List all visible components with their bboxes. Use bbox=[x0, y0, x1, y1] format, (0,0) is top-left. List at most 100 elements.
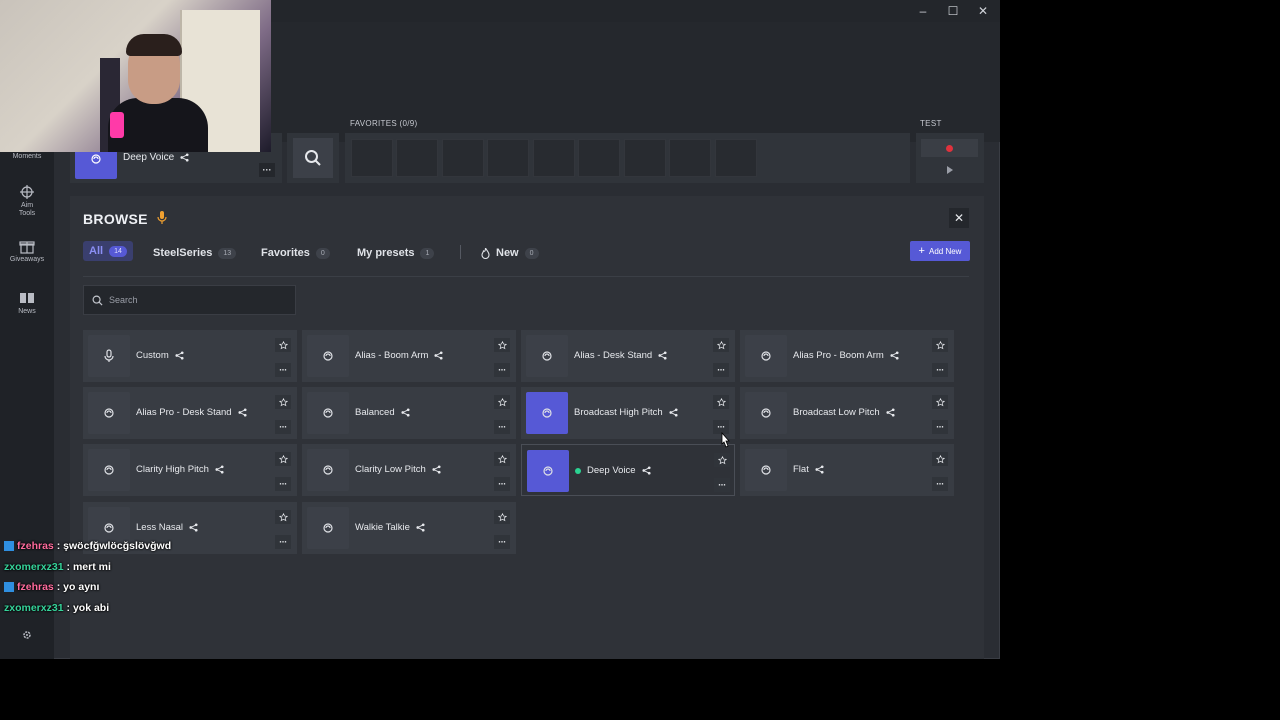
share-icon[interactable] bbox=[189, 523, 198, 532]
news-icon bbox=[20, 293, 34, 303]
preset-label: Alias - Desk Stand bbox=[574, 350, 653, 361]
share-icon[interactable] bbox=[401, 408, 410, 417]
add-new-button[interactable]: + Add New bbox=[910, 241, 970, 261]
more-options-button[interactable]: ··· bbox=[494, 420, 510, 434]
share-icon[interactable] bbox=[416, 523, 425, 532]
favorite-star-button[interactable] bbox=[932, 452, 948, 466]
webcam-overlay bbox=[0, 0, 271, 152]
preset-thumb bbox=[307, 335, 349, 377]
record-button[interactable] bbox=[921, 139, 978, 157]
preset-name: Less Nasal bbox=[136, 522, 198, 533]
more-options-button[interactable]: ··· bbox=[713, 363, 729, 377]
more-options-button[interactable]: ··· bbox=[932, 420, 948, 434]
favorite-slot[interactable] bbox=[442, 139, 484, 177]
preset-card[interactable]: Clarity Low Pitch ··· bbox=[302, 444, 516, 496]
tab-label: My presets bbox=[357, 247, 415, 259]
preset-card[interactable]: Custom ··· bbox=[83, 330, 297, 382]
favorite-slot[interactable] bbox=[396, 139, 438, 177]
preset-card[interactable]: Alias - Desk Stand ··· bbox=[521, 330, 735, 382]
preset-card[interactable]: Flat ··· bbox=[740, 444, 954, 496]
favorite-star-button[interactable] bbox=[494, 452, 510, 466]
preset-card[interactable]: Broadcast Low Pitch ··· bbox=[740, 387, 954, 439]
tab-favorites[interactable]: Favorites 0 bbox=[261, 242, 330, 264]
gift-icon bbox=[19, 241, 35, 254]
favorite-slot[interactable] bbox=[715, 139, 757, 177]
share-icon[interactable] bbox=[658, 351, 667, 360]
tab-count: 0 bbox=[315, 247, 330, 259]
tab-my-presets[interactable]: My presets 1 bbox=[357, 242, 435, 264]
preset-name: Alias - Boom Arm bbox=[355, 350, 443, 361]
divider bbox=[83, 276, 969, 277]
star-icon bbox=[278, 454, 288, 463]
more-options-button[interactable]: ··· bbox=[275, 420, 291, 434]
minimize-button[interactable]: – bbox=[908, 0, 938, 22]
favorite-slot[interactable] bbox=[533, 139, 575, 177]
share-icon[interactable] bbox=[215, 465, 224, 474]
favorite-slot[interactable] bbox=[578, 139, 620, 177]
gear-icon[interactable] bbox=[22, 630, 32, 640]
more-options-button[interactable]: ··· bbox=[494, 363, 510, 377]
share-icon[interactable] bbox=[890, 351, 899, 360]
share-icon[interactable] bbox=[642, 466, 651, 475]
favorite-star-button[interactable] bbox=[932, 395, 948, 409]
favorite-star-button[interactable] bbox=[714, 453, 730, 467]
favorite-star-button[interactable] bbox=[494, 510, 510, 524]
more-options-button[interactable]: ··· bbox=[275, 477, 291, 491]
favorite-slot[interactable] bbox=[624, 139, 666, 177]
play-button[interactable] bbox=[921, 161, 978, 179]
sidebar-item-label: Aim Tools bbox=[18, 202, 36, 217]
share-icon[interactable] bbox=[238, 408, 247, 417]
favorite-star-button[interactable] bbox=[713, 338, 729, 352]
favorites-bar bbox=[345, 133, 910, 183]
more-options-button[interactable]: ··· bbox=[932, 477, 948, 491]
more-options-button[interactable]: ··· bbox=[932, 363, 948, 377]
maximize-button[interactable]: ☐ bbox=[938, 0, 968, 22]
preset-card[interactable]: Balanced ··· bbox=[302, 387, 516, 439]
share-icon[interactable] bbox=[886, 408, 895, 417]
close-window-button[interactable]: ✕ bbox=[968, 0, 998, 22]
favorite-star-button[interactable] bbox=[275, 452, 291, 466]
tab-steelseries[interactable]: SteelSeries 13 bbox=[153, 242, 237, 264]
more-options-button[interactable]: ··· bbox=[275, 363, 291, 377]
favorite-slot[interactable] bbox=[669, 139, 711, 177]
more-options-button[interactable]: ··· bbox=[494, 535, 510, 549]
sidebar-item-giveaways[interactable]: Giveaways bbox=[0, 238, 54, 263]
favorite-star-button[interactable] bbox=[275, 338, 291, 352]
share-icon[interactable] bbox=[815, 465, 824, 474]
preset-label: Broadcast High Pitch bbox=[574, 407, 663, 418]
more-options-button[interactable]: ··· bbox=[259, 163, 275, 177]
share-icon[interactable] bbox=[175, 351, 184, 360]
test-panel bbox=[916, 133, 984, 183]
close-browse-button[interactable]: ✕ bbox=[949, 208, 969, 228]
favorite-star-button[interactable] bbox=[932, 338, 948, 352]
favorite-slot[interactable] bbox=[351, 139, 393, 177]
share-icon[interactable] bbox=[434, 351, 443, 360]
favorite-slot[interactable] bbox=[487, 139, 529, 177]
preset-card[interactable]: Deep Voice ··· bbox=[521, 444, 735, 496]
search-button[interactable] bbox=[287, 133, 339, 183]
favorite-star-button[interactable] bbox=[494, 338, 510, 352]
search-input[interactable] bbox=[109, 295, 279, 305]
preset-card[interactable]: Alias Pro - Desk Stand ··· bbox=[83, 387, 297, 439]
favorite-star-button[interactable] bbox=[713, 395, 729, 409]
sidebar-item-moments[interactable]: Moments bbox=[0, 153, 54, 160]
favorite-star-button[interactable] bbox=[275, 395, 291, 409]
preset-card[interactable]: Alias - Boom Arm ··· bbox=[302, 330, 516, 382]
preset-card[interactable]: Alias Pro - Boom Arm ··· bbox=[740, 330, 954, 382]
favorite-star-button[interactable] bbox=[494, 395, 510, 409]
favorite-star-button[interactable] bbox=[275, 510, 291, 524]
preset-card[interactable]: Broadcast High Pitch ··· bbox=[521, 387, 735, 439]
share-icon[interactable] bbox=[180, 153, 189, 162]
more-options-button[interactable]: ··· bbox=[494, 477, 510, 491]
star-icon bbox=[497, 454, 507, 463]
share-icon[interactable] bbox=[669, 408, 678, 417]
more-options-button[interactable]: ··· bbox=[714, 478, 730, 492]
share-icon[interactable] bbox=[432, 465, 441, 474]
sidebar-item-aim-tools[interactable]: Aim Tools bbox=[0, 184, 54, 218]
tab-new[interactable]: New 0 bbox=[481, 242, 539, 264]
preset-card[interactable]: Clarity High Pitch ··· bbox=[83, 444, 297, 496]
search-field[interactable] bbox=[83, 285, 296, 315]
chat-badge-icon bbox=[4, 582, 14, 592]
tab-all[interactable]: All 14 bbox=[83, 241, 133, 261]
sidebar-item-news[interactable]: News bbox=[0, 290, 54, 315]
